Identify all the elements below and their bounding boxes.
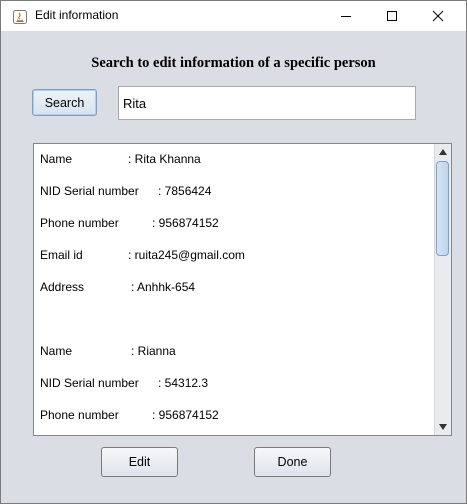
field-label: NID Serial number	[40, 376, 139, 390]
search-button[interactable]: Search	[32, 89, 97, 116]
field-value: : Anhhk-654	[131, 280, 196, 294]
field-label: Name	[40, 152, 73, 166]
maximize-button[interactable]	[369, 1, 415, 31]
field-label: Phone number	[40, 216, 119, 230]
minimize-button[interactable]	[323, 1, 369, 31]
field-value: : 956874152	[152, 216, 219, 230]
edit-information-window: Edit information Search to edit informat…	[0, 0, 467, 504]
vertical-scrollbar[interactable]	[434, 144, 451, 435]
field-value: : Rita Khanna	[128, 152, 201, 166]
field-label: Name	[40, 344, 73, 358]
field-value: : Rianna	[131, 344, 176, 358]
title-bar: Edit information	[1, 1, 466, 31]
results-text-area[interactable]: Name : Rita Khanna NID Serial number : 7…	[33, 143, 452, 436]
close-button[interactable]	[415, 1, 461, 31]
field-label: Email id	[40, 248, 83, 262]
field-label: NID Serial number	[40, 184, 139, 198]
field-value: : 54312.3	[158, 376, 209, 390]
done-button[interactable]: Done	[254, 447, 331, 477]
java-app-icon	[13, 9, 27, 24]
field-label: Address	[40, 280, 85, 294]
field-value: : 7856424	[158, 184, 212, 198]
scroll-up-arrow-icon[interactable]	[435, 144, 451, 160]
field-value: : ruita245@gmail.com	[128, 248, 245, 262]
scroll-thumb[interactable]	[436, 161, 449, 256]
edit-button[interactable]: Edit	[101, 447, 178, 477]
field-value: : 956874152	[152, 408, 219, 422]
field-label: Phone number	[40, 408, 119, 422]
window-title: Edit information	[35, 8, 119, 22]
page-heading: Search to edit information of a specific…	[91, 55, 376, 71]
scroll-down-arrow-icon[interactable]	[435, 419, 451, 435]
search-input[interactable]	[118, 86, 416, 120]
